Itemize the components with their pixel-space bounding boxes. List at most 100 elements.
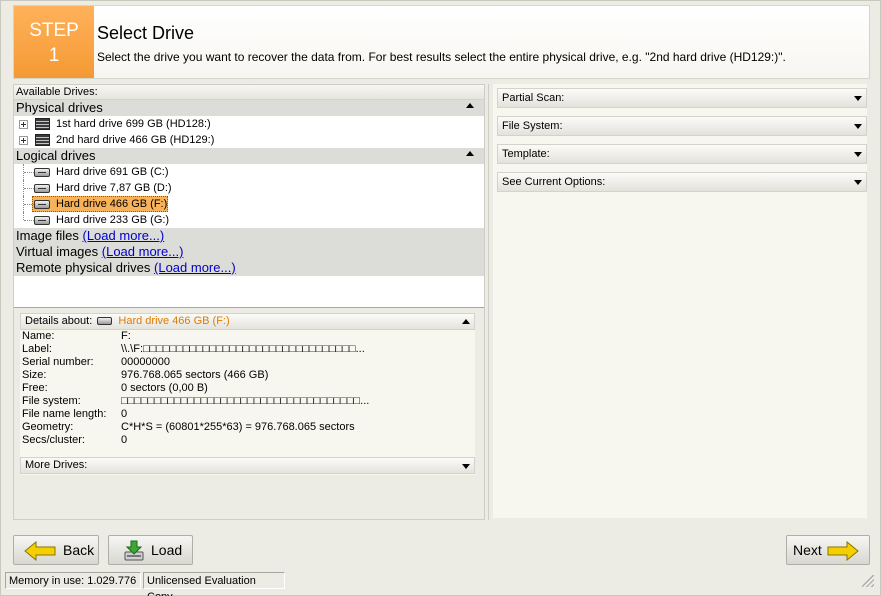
tree-item-logical-f-selected[interactable]: Hard drive 466 GB (F:) (14, 196, 484, 212)
details-area: Details about: Hard drive 466 GB (F:) Na… (14, 309, 484, 519)
remote-drives-row: Remote physical drives (Load more...) (14, 260, 484, 276)
next-button[interactable]: Next (786, 535, 870, 565)
chevron-down-icon[interactable] (462, 464, 470, 469)
details-header[interactable]: Details about: Hard drive 466 GB (F:) (20, 313, 475, 330)
more-drives-dropdown[interactable]: More Drives: (20, 457, 475, 474)
load-button[interactable]: Load (108, 535, 193, 565)
details-selected-drive: Hard drive 466 GB (F:) (118, 315, 230, 327)
load-label: Load (151, 542, 183, 558)
expand-plus-icon[interactable] (19, 136, 28, 145)
template-label: Template: (502, 148, 550, 160)
physical-drives-group[interactable]: Physical drives (14, 100, 484, 116)
details-body: Name: F: Label: \\.\F:□□□□□□□□□□□□□□□□□□□□□… (20, 330, 475, 475)
detail-key: Secs/cluster: (22, 434, 85, 446)
file-system-label: File System: (502, 120, 563, 132)
logical-drives-group[interactable]: Logical drives (14, 148, 484, 164)
collapse-up-icon[interactable] (466, 103, 474, 108)
resize-grip-icon[interactable] (862, 575, 874, 587)
detail-key: Name: (22, 330, 55, 342)
step-number: 1 (48, 45, 60, 66)
detail-key: Geometry: (22, 421, 74, 433)
detail-value: 0 (121, 434, 128, 446)
see-current-options-dropdown[interactable]: See Current Options: (497, 172, 867, 192)
options-panel: Partial Scan: File System: Template: See… (488, 84, 870, 520)
physical-drive-icon (35, 118, 50, 130)
chevron-down-icon[interactable] (854, 96, 862, 101)
detail-row: File system: □□□□□□□□□□□□□□□□□□□□□□□□□□□□… (20, 395, 475, 408)
detail-row: Size: 976.768.065 sectors (466 GB) (20, 369, 475, 382)
detail-value: □□□□□□□□□□□□□□□□□□□□□□□□□□□□□□□□□□□□... (121, 395, 370, 407)
available-drives-header: Available Drives: (14, 85, 484, 100)
partial-scan-dropdown[interactable]: Partial Scan: (497, 88, 867, 108)
back-label: Back (63, 542, 95, 558)
partial-scan-label: Partial Scan: (502, 92, 565, 104)
detail-key: Size: (22, 369, 47, 381)
physical-drive-icon (35, 134, 50, 146)
tree-item-label: Hard drive 466 GB (F:) (56, 198, 168, 210)
detail-row: Name: F: (20, 330, 475, 343)
tree-item-physical-1[interactable]: 1st hard drive 699 GB (HD128:) (14, 116, 484, 132)
detail-row: Geometry: C*H*S = (60801*255*63) = 976.76… (20, 421, 475, 434)
tree-connector (24, 220, 34, 221)
tree-connector (23, 212, 24, 220)
hard-drive-icon (34, 184, 50, 193)
status-bar: Memory in use: 1.029.776 Unlicensed Eval… (5, 572, 878, 596)
detail-row: Serial number: 00000000 (20, 356, 475, 369)
load-icon (124, 540, 144, 561)
collapse-up-icon[interactable] (466, 151, 474, 156)
image-files-row: Image files (Load more...) (14, 228, 484, 244)
detail-row: Free: 0 sectors (0,00 B) (20, 382, 475, 395)
tree-item-label: Hard drive 233 GB (G:) (56, 214, 170, 226)
detail-value: F: (121, 330, 131, 342)
next-label: Next (793, 542, 822, 558)
physical-drives-label: Physical drives (16, 100, 103, 115)
tree-item-label: Hard drive 691 GB (C:) (56, 166, 169, 178)
detail-value: 0 sectors (0,00 B) (121, 382, 208, 394)
tree-item-logical-c[interactable]: Hard drive 691 GB (C:) (14, 164, 484, 180)
chevron-down-icon[interactable] (854, 124, 862, 129)
tree-item-label: 1st hard drive 699 GB (HD128:) (56, 118, 211, 130)
expand-plus-icon[interactable] (19, 120, 28, 129)
file-system-dropdown[interactable]: File System: (497, 116, 867, 136)
virtual-images-label: Virtual images (16, 244, 99, 259)
chevron-down-icon[interactable] (854, 180, 862, 185)
tree-item-logical-g[interactable]: Hard drive 233 GB (G:) (14, 212, 484, 228)
tree-item-label: 2nd hard drive 466 GB (HD129:) (56, 134, 215, 146)
options-inner: Partial Scan: File System: Template: See… (493, 84, 867, 518)
detail-value: 0 (121, 408, 128, 420)
chevron-down-icon[interactable] (854, 152, 862, 157)
collapse-up-icon[interactable] (462, 319, 470, 324)
step-badge: STEP 1 (14, 6, 94, 78)
virtual-images-row: Virtual images (Load more...) (14, 244, 484, 260)
detail-value: C*H*S = (60801*255*63) = 976.768.065 sec… (121, 421, 355, 433)
memory-status: Memory in use: 1.029.776 (5, 572, 141, 589)
page-description: Select the drive you want to recover the… (97, 50, 786, 64)
image-files-load-more-link[interactable]: (Load more...) (83, 228, 165, 243)
detail-key: File system: (22, 395, 81, 407)
detail-key: Serial number: (22, 356, 94, 368)
virtual-images-load-more-link[interactable]: (Load more...) (102, 244, 184, 259)
details-about-label: Details about: (25, 315, 93, 327)
template-dropdown[interactable]: Template: (497, 144, 867, 164)
detail-value: 00000000 (121, 356, 170, 368)
image-files-label: Image files (16, 228, 79, 243)
tree-item-label: Hard drive 7,87 GB (D:) (56, 182, 172, 194)
see-current-options-label: See Current Options: (502, 176, 606, 188)
detail-row: Label: \\.\F:□□□□□□□□□□□□□□□□□□□□□□□□□□□□… (20, 343, 475, 356)
tree-connector (24, 188, 34, 189)
step-word: STEP (29, 20, 79, 41)
detail-key: Label: (22, 343, 52, 355)
back-button[interactable]: Back (13, 535, 99, 565)
license-status: Unlicensed Evaluation Copy (143, 572, 285, 596)
hard-drive-icon (34, 200, 50, 209)
detail-row: File name length: 0 (20, 408, 475, 421)
tree-item-logical-d[interactable]: Hard drive 7,87 GB (D:) (14, 180, 484, 196)
hard-drive-icon (97, 317, 113, 325)
app-window: STEP 1 Select Drive Select the drive you… (0, 0, 881, 596)
tree-connector (24, 172, 34, 173)
logical-drives-label: Logical drives (16, 148, 96, 163)
step-header: STEP 1 Select Drive Select the drive you… (13, 5, 870, 79)
tree-item-physical-2[interactable]: 2nd hard drive 466 GB (HD129:) (14, 132, 484, 148)
detail-row: Secs/cluster: 0 (20, 434, 475, 447)
remote-drives-load-more-link[interactable]: (Load more...) (154, 260, 236, 275)
